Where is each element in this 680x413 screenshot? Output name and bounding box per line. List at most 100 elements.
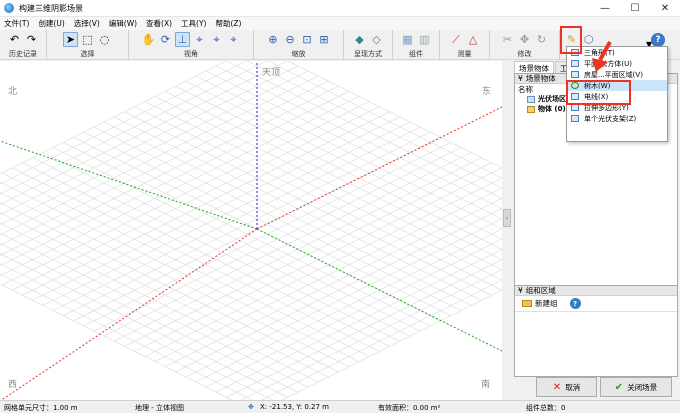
section-collapse-icon[interactable]: ¥ [518, 74, 523, 83]
panel-splitter[interactable]: › [502, 61, 512, 400]
groups-help-icon[interactable]: ? [569, 298, 581, 309]
tree-item-label: 物体 (0) [538, 105, 566, 113]
component-b-icon[interactable]: ▥ [417, 32, 432, 47]
menu-item-pv-rack[interactable]: 单个光伏支架(Z) [567, 113, 667, 124]
title-bar: 构建三维阴影场景 — ☐ ✕ [0, 0, 680, 17]
cut-icon[interactable]: ✂ [500, 32, 515, 47]
axes-icon[interactable]: ⊥ [175, 32, 190, 47]
grid-line [165, 91, 502, 261]
tab-scene-objects[interactable]: 场景物体 [514, 61, 554, 73]
plane-box-icon [571, 60, 579, 67]
toolbar-group-modify: ✂ ✥ ↻ 修改 [490, 30, 560, 60]
cancel-button[interactable]: ✕ 取消 [536, 377, 597, 397]
grid-line [154, 96, 502, 271]
crosshair-icon: ✥ [248, 403, 254, 411]
toolbar-group-render: ◆ ◇ 呈现方式 [344, 30, 393, 60]
highlight-pencil-box [560, 26, 582, 54]
grid-line [205, 238, 502, 388]
menu-view[interactable]: 查看(X) [146, 18, 172, 29]
measure-line-icon[interactable]: ⟋ [449, 32, 464, 47]
status-area: 有效面积：0.00 m² [378, 404, 441, 412]
compass-south: 南 [481, 380, 491, 390]
3d-viewport[interactable]: 天顶 东 北 西 南 [0, 61, 502, 400]
zoom-window-icon[interactable]: ⊡ [300, 32, 315, 47]
new-group-label: 新建组 [535, 299, 558, 308]
minimize-button[interactable]: — [590, 0, 620, 17]
menu-create[interactable]: 创建(U) [38, 18, 64, 29]
extrude-polygon-icon [571, 104, 579, 111]
toolbar-label-view: 视角 [184, 50, 198, 58]
status-bar: 网格单元尺寸：1.00 m 地理 - 立体视图 ✥ X: -21.53, Y: … [0, 400, 680, 413]
pv-field-icon [527, 95, 535, 103]
orbit-icon[interactable]: ⟳ [158, 32, 173, 47]
collapse-panel-chevron-icon[interactable]: › [503, 209, 511, 227]
toolbar-group-measure: ⟋ △ 测量 [440, 30, 490, 60]
pointer-icon[interactable]: ➤ [63, 32, 78, 47]
section-collapse-icon[interactable]: ¥ [518, 286, 523, 295]
menu-edit[interactable]: 编辑(W) [109, 18, 137, 29]
toolbar-label-history: 历史记录 [9, 50, 37, 58]
menu-select[interactable]: 选择(V) [74, 18, 100, 29]
grid-line [0, 222, 319, 383]
redo-icon[interactable]: ↷ [24, 32, 39, 47]
groups-box: ¥ 组和区域 新建组 ? [514, 285, 678, 377]
component-a-icon[interactable]: ▦ [400, 32, 415, 47]
close-button[interactable]: ✕ [650, 0, 680, 17]
zoom-extents-icon[interactable]: ⊞ [317, 32, 332, 47]
grid-line [144, 177, 502, 357]
view-side-icon[interactable]: ⌖ [209, 32, 224, 47]
objects-folder-icon [527, 105, 535, 113]
grid-line [240, 269, 502, 400]
zoom-in-icon[interactable]: ⊕ [266, 32, 281, 47]
tree-item-label: 光伏场区 [538, 95, 566, 103]
close-scene-label: 关闭场景 [627, 382, 658, 392]
app-icon [4, 3, 14, 13]
compass-east: 东 [482, 87, 492, 97]
grid-line [0, 61, 268, 195]
zoom-out-icon[interactable]: ⊖ [283, 32, 298, 47]
pv-rack-icon [571, 115, 579, 122]
grid-line [165, 197, 502, 367]
grid-line [281, 289, 502, 400]
status-view-mode: 地理 - 立体视图 [135, 404, 184, 412]
compass-north: 北 [8, 87, 18, 97]
help-icon[interactable]: ? [651, 33, 665, 47]
grid-line [0, 75, 319, 236]
toolbar-label-measure: 测量 [457, 50, 472, 58]
window-controls: — ☐ ✕ [590, 0, 680, 17]
measure-angle-icon[interactable]: △ [466, 32, 481, 47]
view-top-icon[interactable]: ⌖ [226, 32, 241, 47]
toolbar-group-view: ✋ ⟳ ⊥ ⌖ ⌖ ⌖ 视角 [129, 30, 254, 60]
move-icon[interactable]: ✥ [517, 32, 532, 47]
new-group-button[interactable]: 新建组 [518, 296, 562, 311]
status-coordinates: X: -21.53, Y: 0.27 m [260, 403, 329, 411]
maximize-button[interactable]: ☐ [620, 0, 650, 17]
close-scene-button[interactable]: ✔ 关闭场景 [600, 377, 672, 397]
cancel-label: 取消 [565, 382, 581, 392]
menu-help[interactable]: 帮助(Z) [215, 18, 241, 29]
grid-line [246, 61, 502, 189]
menu-file[interactable]: 文件(T) [4, 18, 29, 29]
grid-canvas[interactable] [0, 61, 502, 400]
pan-hand-icon[interactable]: ✋ [141, 32, 156, 47]
scene-objects-title: 场景物体 [525, 74, 556, 83]
grid-line [0, 191, 349, 367]
status-component-count: 组件总数：0 [526, 404, 566, 412]
compass-west: 西 [8, 380, 18, 390]
undo-icon[interactable]: ↶ [7, 32, 22, 47]
x-axis-line [0, 228, 258, 400]
lasso-select-icon[interactable]: ◌ [97, 32, 112, 47]
rect-select-icon[interactable]: ⬚ [80, 32, 95, 47]
groups-title: 组和区域 [525, 286, 556, 295]
rotate-icon[interactable]: ↻ [534, 32, 549, 47]
menu-tools[interactable]: 工具(Y) [181, 18, 206, 29]
toolbar-group-component: ▦ ▥ 组件 [393, 30, 440, 60]
grid-line [154, 187, 502, 362]
annotation-arrow-icon [592, 41, 612, 72]
render-solid-icon[interactable]: ◆ [352, 32, 367, 47]
render-wire-icon[interactable]: ◇ [369, 32, 384, 47]
folder-icon [522, 300, 532, 307]
toolbar-group-zoom: ⊕ ⊖ ⊡ ⊞ 缩放 [254, 30, 344, 60]
view-front-icon[interactable]: ⌖ [192, 32, 207, 47]
groups-header[interactable]: ¥ 组和区域 [515, 286, 677, 296]
